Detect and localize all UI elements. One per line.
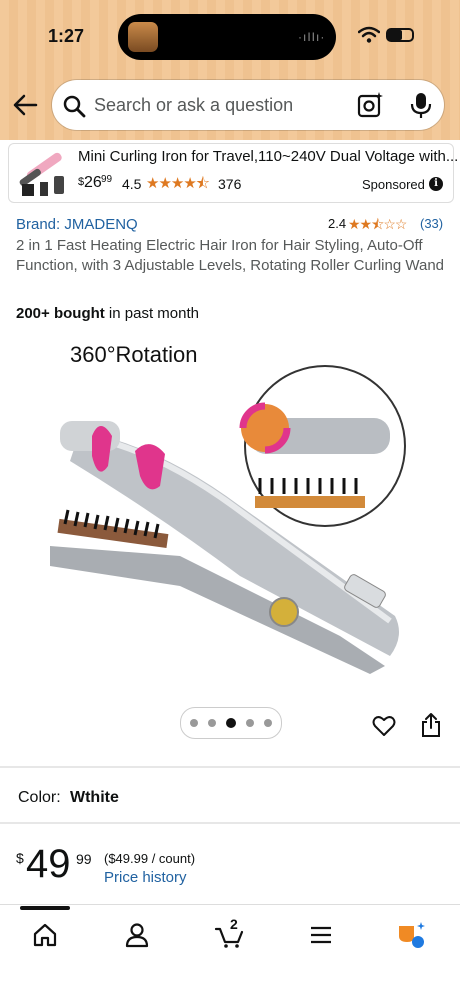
sponsored-rating: 4.5 [122, 176, 142, 192]
battery-level [388, 30, 402, 40]
carousel-dot[interactable] [264, 719, 272, 727]
sponsored-product-title[interactable]: Mini Curling Iron for Travel,110~240V Du… [78, 148, 458, 165]
price-symbol: $ [16, 850, 24, 866]
carousel-dot[interactable] [246, 719, 254, 727]
sponsored-label: Sponsored [362, 177, 425, 192]
product-image[interactable] [40, 336, 420, 686]
microphone-icon[interactable] [408, 91, 434, 119]
carousel-dot[interactable] [190, 719, 198, 727]
section-divider [0, 822, 460, 824]
brand-link[interactable]: Brand: JMADENQ [16, 216, 138, 233]
image-carousel-indicator[interactable] [180, 707, 282, 739]
purchase-count-rest: in past month [104, 305, 199, 322]
info-icon[interactable]: i [429, 177, 443, 191]
menu-icon[interactable] [306, 920, 336, 950]
product-title: 2 in 1 Fast Heating Electric Hair Iron f… [16, 237, 444, 274]
now-playing-artwork[interactable] [128, 22, 158, 52]
price-whole: 49 [26, 842, 71, 886]
rufus-icon[interactable] [396, 920, 426, 950]
product-rating[interactable]: 2.4 [328, 216, 346, 231]
price-history-link[interactable]: Price history [104, 869, 187, 886]
back-arrow-icon[interactable] [12, 92, 38, 118]
sponsored-price-cents: 99 [101, 174, 113, 185]
audio-wave-icon: ·ıIIı· [298, 30, 326, 44]
cart-count-badge: 2 [230, 916, 238, 932]
color-label: Color: [18, 789, 61, 806]
home-icon[interactable] [30, 920, 60, 950]
search-input[interactable]: Search or ask a question [94, 95, 293, 116]
search-icon [63, 95, 86, 118]
camera-search-icon[interactable] [356, 91, 384, 119]
image-caption: 360°Rotation [70, 342, 198, 367]
share-icon[interactable] [420, 712, 442, 738]
section-divider [0, 766, 460, 768]
price-cents: 99 [76, 851, 92, 867]
carousel-dot-active[interactable] [226, 718, 236, 728]
account-icon[interactable] [122, 920, 152, 950]
purchase-count: 200+ bought in past month [16, 305, 199, 322]
status-time: 1:27 [48, 26, 85, 46]
wifi-icon [358, 26, 380, 43]
sponsored-price: 26 [84, 174, 102, 191]
product-star-rating[interactable]: ★★⯪☆☆ [348, 214, 407, 238]
carousel-dot[interactable] [208, 719, 216, 727]
price-per-unit: ($49.99 / count) [104, 851, 196, 866]
review-count-link[interactable]: (33) [420, 216, 443, 231]
sponsored-product-image[interactable] [14, 146, 68, 198]
purchase-count-bold: 200+ bought [16, 305, 105, 322]
active-tab-indicator [20, 906, 70, 910]
sponsored-review-count: 376 [218, 176, 242, 192]
cart-icon[interactable] [214, 920, 244, 950]
heart-icon[interactable] [372, 714, 396, 738]
sponsored-star-rating: ★★★★⯪ [146, 175, 210, 192]
color-value: Wthite [70, 789, 119, 806]
